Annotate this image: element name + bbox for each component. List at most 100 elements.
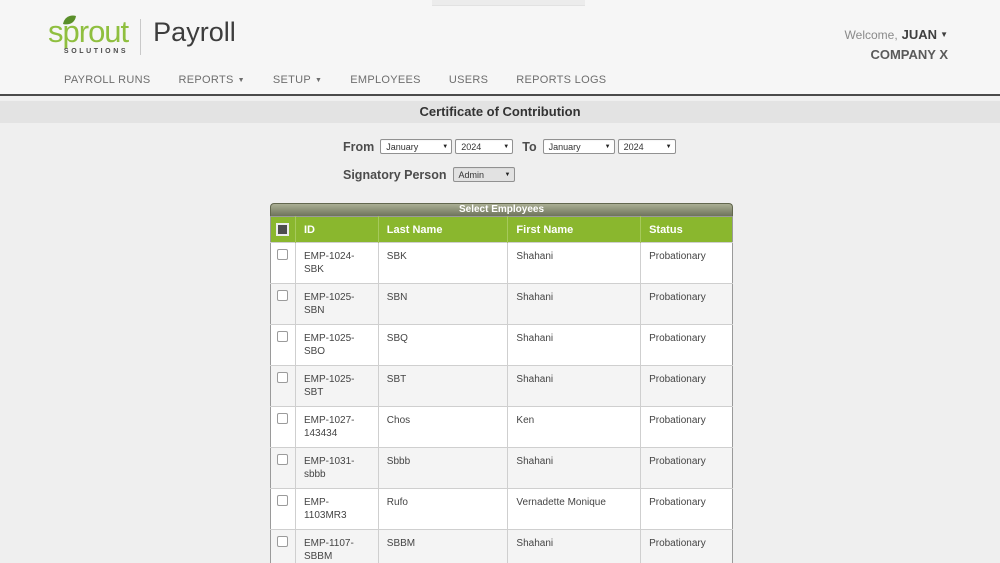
status-cell: Probationary [640,365,733,407]
first-name-cell: Vernadette Monique [507,488,641,530]
col-header-status: Status [640,216,733,243]
brand-subtitle: SOLUTIONS [63,48,129,55]
row-checkbox[interactable] [277,372,289,383]
status-cell: Probationary [640,488,733,530]
to-month-select[interactable]: January ▼ [542,139,615,154]
status-cell: Probationary [640,324,733,366]
to-year-select[interactable]: 2024 ▼ [617,139,676,154]
employee-table-body: EMP-1024-SBK SBK Shahani Probationary EMP-10… [270,242,733,563]
row-checkbox[interactable] [277,454,289,465]
user-area: Welcome, JUAN ▼ COMPANY X [845,24,948,63]
employee-id-cell: EMP-1103MR3 [294,488,379,530]
table-row: EMP-1025-SBN SBN Shahani Probationary [270,283,733,325]
dropdown-arrow-icon: ▼ [604,143,611,150]
table-header-row: ID Last Name First Name Status [270,216,733,243]
logo-divider [140,19,142,55]
status-cell: Probationary [640,406,733,448]
last-name-cell: SBT [377,365,508,407]
leaf-icon [62,14,77,30]
first-name-cell: Shahani [507,529,641,563]
row-checkbox-cell [270,365,296,407]
nav-reports[interactable]: REPORTS ▼ [179,74,245,86]
row-checkbox[interactable] [277,413,289,424]
select-all-checkbox[interactable] [276,223,290,236]
employee-id-cell: EMP-1024-SBK [294,242,379,284]
row-checkbox-cell [270,242,296,284]
row-checkbox[interactable] [277,290,289,301]
dropdown-arrow-icon: ▼ [503,143,510,150]
nav-employees[interactable]: EMPLOYEES [350,74,421,86]
employee-id-cell: EMP-1025-SBN [294,283,379,325]
company-name: COMPANY X [870,46,948,62]
table-row: EMP-1107- SBBM SBBM Shahani Probationary [270,529,733,563]
status-cell: Probationary [640,242,733,284]
row-checkbox-cell [270,324,296,366]
dropdown-arrow-icon: ▼ [504,171,511,178]
table-row: EMP-1025-SBT SBT Shahani Probationary [270,365,733,407]
nav-setup[interactable]: SETUP ▼ [273,74,322,86]
welcome-label: Welcome, [844,28,898,42]
first-name-cell: Shahani [507,365,641,407]
nav-users[interactable]: USERS [449,74,488,86]
employee-id-cell: EMP-1107- SBBM [294,529,379,563]
employee-id-cell: EMP-1027- 143434 [294,406,379,448]
row-checkbox-cell [270,447,296,489]
sprout-logo[interactable]: sprout SOLUTIONS [48,14,129,55]
select-all-cell [270,216,296,243]
nav-payroll-runs[interactable]: PAYROLL RUNS [64,74,151,86]
user-menu[interactable]: Welcome, JUAN ▼ [845,24,948,46]
top-edge-artifact [432,0,585,6]
status-cell: Probationary [640,283,733,325]
table-row: EMP-1025-SBO SBQ Shahani Probationary [270,324,733,366]
product-name: Payroll [153,17,236,47]
chevron-down-icon: ▼ [940,30,948,39]
nav-reports-logs[interactable]: REPORTS LOGS [516,74,606,86]
table-caption: Select Employees [270,203,733,216]
dropdown-arrow-icon: ▼ [665,143,672,150]
first-name-cell: Shahani [507,283,641,325]
logo-row: sprout SOLUTIONS Payroll [48,14,236,55]
from-year-select[interactable]: 2024 ▼ [455,139,514,154]
table-row: EMP-1024-SBK SBK Shahani Probationary [270,242,733,284]
col-header-first-name: First Name [507,216,641,243]
employee-id-cell: EMP-1025-SBT [294,365,379,407]
col-header-id: ID [294,216,379,243]
last-name-cell: SBN [377,283,508,325]
dropdown-arrow-icon: ▼ [442,143,449,150]
from-label: From [343,139,375,154]
col-header-last-name: Last Name [377,216,508,243]
chevron-down-icon: ▼ [237,77,245,84]
employee-table: Select Employees ID Last Name First Name… [270,203,733,563]
last-name-cell: Rufo [377,488,508,530]
row-checkbox[interactable] [277,331,289,342]
row-checkbox[interactable] [277,249,289,260]
last-name-cell: Sbbb [377,447,508,489]
filters: From January ▼ 2024 ▼ To January ▼ 2024 ▼ Si… [343,139,1000,182]
row-checkbox-cell [270,283,296,325]
page-title: Certificate of Contribution [0,101,1000,123]
employee-id-cell: EMP-1025-SBO [294,324,379,366]
table-row: EMP-1103MR3 Rufo Vernadette Monique Probati… [270,488,733,530]
row-checkbox[interactable] [277,495,289,506]
first-name-cell: Shahani [507,242,641,284]
table-row: EMP-1031-sbbb Sbbb Shahani Probationary [270,447,733,489]
chevron-down-icon: ▼ [315,77,323,84]
row-checkbox-cell [270,406,296,448]
from-month-select[interactable]: January ▼ [380,139,453,154]
brand-text: sprout [48,14,129,49]
last-name-cell: SBK [377,242,508,284]
row-checkbox[interactable] [277,536,289,547]
row-checkbox-cell [270,529,296,563]
app-header: sprout SOLUTIONS Payroll Welcome, JUAN ▼ C… [0,0,1000,96]
signatory-select[interactable]: Admin ▼ [452,167,515,182]
last-name-cell: SBQ [377,324,508,366]
first-name-cell: Shahani [507,447,641,489]
first-name-cell: Ken [507,406,641,448]
user-name: JUAN [901,27,938,42]
to-label: To [522,139,537,154]
row-checkbox-cell [270,488,296,530]
last-name-cell: SBBM [377,529,508,563]
status-cell: Probationary [640,447,733,489]
table-row: EMP-1027- 143434 Chos Ken Probationary [270,406,733,448]
first-name-cell: Shahani [507,324,641,366]
